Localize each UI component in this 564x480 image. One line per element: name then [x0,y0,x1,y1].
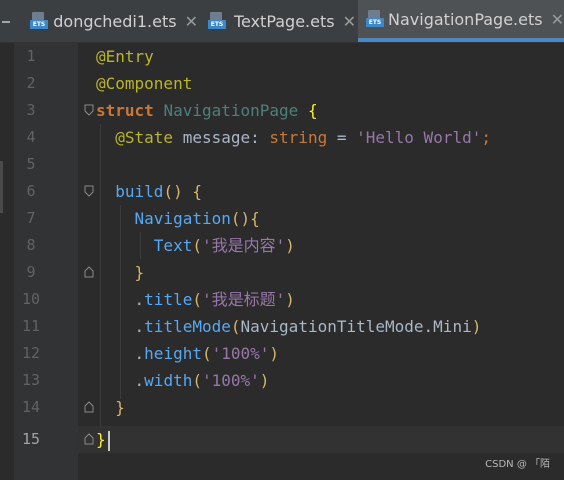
close-icon[interactable]: ✕ [343,12,356,31]
code-line-3: struct NavigationPage { [96,101,318,120]
line-number: 12 [21,344,41,362]
line-number: 7 [26,209,36,227]
code-line-11: .titleMode(NavigationTitleMode.Mini) [134,317,482,336]
code-line-14: } [115,398,125,417]
code-line-8: Text('我是内容') [153,236,295,255]
tab-textpage[interactable]: ETS TextPage.ets ✕ [204,0,356,42]
tab-label: dongchedi1.ets [53,11,177,31]
line-number: 14 [21,398,41,416]
tab-dongchedi1[interactable]: ETS dongchedi1.ets ✕ [26,0,198,42]
code-line-12: .height('100%') [134,344,280,363]
line-number: 11 [21,317,41,335]
ets-file-icon: ETS [30,12,48,30]
tab-label: NavigationPage.ets [388,9,543,29]
line-number: 4 [26,128,36,146]
fold-marker-icon[interactable] [84,185,94,197]
ets-file-icon: ETS [208,12,226,30]
close-icon[interactable]: ✕ [551,10,564,29]
close-icon[interactable]: ✕ [185,12,198,31]
code-line-13: .width('100%') [134,371,270,390]
line-number: 6 [26,182,36,200]
fold-end-icon[interactable] [84,266,94,278]
tab-scroll-left[interactable] [0,0,14,42]
text-cursor [107,430,110,451]
line-number: 9 [26,263,36,281]
line-number-current: 15 [21,430,41,448]
code-line-9: } [134,263,145,282]
line-number: 2 [26,74,36,92]
code-line-4: @State message: string = 'Hello World'; [115,128,491,147]
code-line-7: Navigation(){ [134,209,260,228]
fold-marker-icon[interactable] [84,104,94,116]
line-number: 13 [21,371,41,389]
fold-end-icon[interactable] [84,401,94,413]
watermark: CSDN @ 「陌 [485,459,550,470]
code-line-2: @Component [96,74,193,93]
line-number: 8 [26,236,36,254]
code-line-1: @Entry [96,47,154,66]
tab-label: TextPage.ets [233,11,335,31]
fold-end-icon[interactable] [84,433,94,445]
ets-file-icon: ETS [366,10,384,28]
code-line-10: .title('我是标题') [134,290,295,309]
code-line-6: build() { [115,182,202,201]
line-number: 1 [26,47,36,65]
line-number: 10 [21,290,41,308]
line-number: 3 [26,101,36,119]
current-line-highlight [78,426,564,453]
code-line-15: } [96,426,110,453]
line-number: 5 [26,155,36,173]
change-marker-strip [0,43,14,480]
editor-tab-bar: ETS dongchedi1.ets ✕ ETS TextPage.ets ✕ … [0,0,564,43]
tab-navigationpage[interactable]: ETS NavigationPage.ets ✕ [358,0,564,42]
